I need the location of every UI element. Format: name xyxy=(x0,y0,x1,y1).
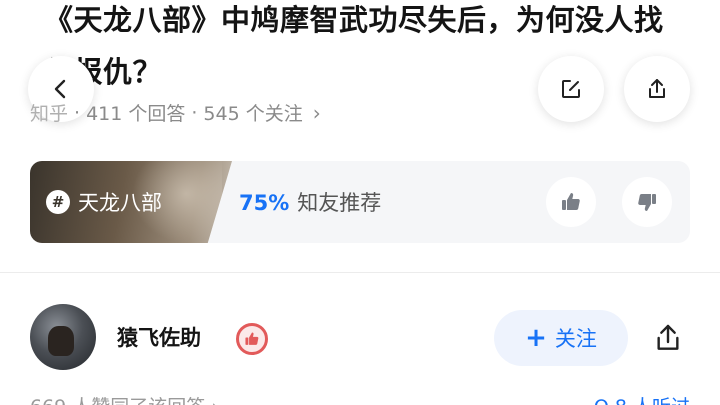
upvote-count[interactable]: 669 人赞同了该回答 › xyxy=(30,392,219,405)
thumbs-up-icon xyxy=(562,193,580,210)
answer-count: 411 个回答 xyxy=(86,103,186,125)
downvote-button[interactable] xyxy=(622,177,672,227)
author-share-button[interactable] xyxy=(648,318,688,358)
follow-label: 关注 xyxy=(554,327,597,351)
upvote-button[interactable] xyxy=(546,177,596,227)
chevron-left-icon xyxy=(54,79,66,99)
write-answer-button[interactable] xyxy=(538,56,604,122)
author-name[interactable]: 猿飞佐助 xyxy=(117,322,201,352)
topic-name: 天龙八部 xyxy=(78,191,162,215)
share-icon xyxy=(649,79,665,98)
badge-icon xyxy=(236,323,268,355)
meta-separator: · xyxy=(74,101,81,124)
recommend-stat: 75% 知友推荐 xyxy=(239,187,381,217)
meta-separator: · xyxy=(191,101,198,124)
listen-count[interactable]: Q 8 人听过 xyxy=(594,392,690,405)
recommend-percent: 75% xyxy=(239,191,290,215)
share-button[interactable] xyxy=(624,56,690,122)
plus-icon: + xyxy=(525,323,547,353)
meta-source: 知乎 xyxy=(30,103,69,125)
follow-button[interactable]: + 关注 xyxy=(494,310,628,366)
section-divider xyxy=(0,272,720,273)
answer-stats: 669 人赞同了该回答 › Q 8 人听过 xyxy=(30,392,690,405)
author-avatar[interactable] xyxy=(30,304,96,370)
chevron-right-icon: › xyxy=(312,100,321,125)
topic-tag[interactable]: # 天龙八部 xyxy=(46,187,162,217)
follower-count: 545 个关注 xyxy=(203,103,303,125)
share-icon xyxy=(657,324,679,350)
hashtag-icon: # xyxy=(46,190,70,214)
recommend-label: 知友推荐 xyxy=(297,191,382,215)
thumbs-up-icon xyxy=(245,332,259,345)
topic-card[interactable]: # 天龙八部 75% 知友推荐 xyxy=(30,161,690,243)
question-meta[interactable]: 知乎 · 411 个回答 · 545 个关注 › xyxy=(30,99,321,126)
edit-icon xyxy=(562,80,580,98)
thumbs-down-icon xyxy=(638,194,656,211)
